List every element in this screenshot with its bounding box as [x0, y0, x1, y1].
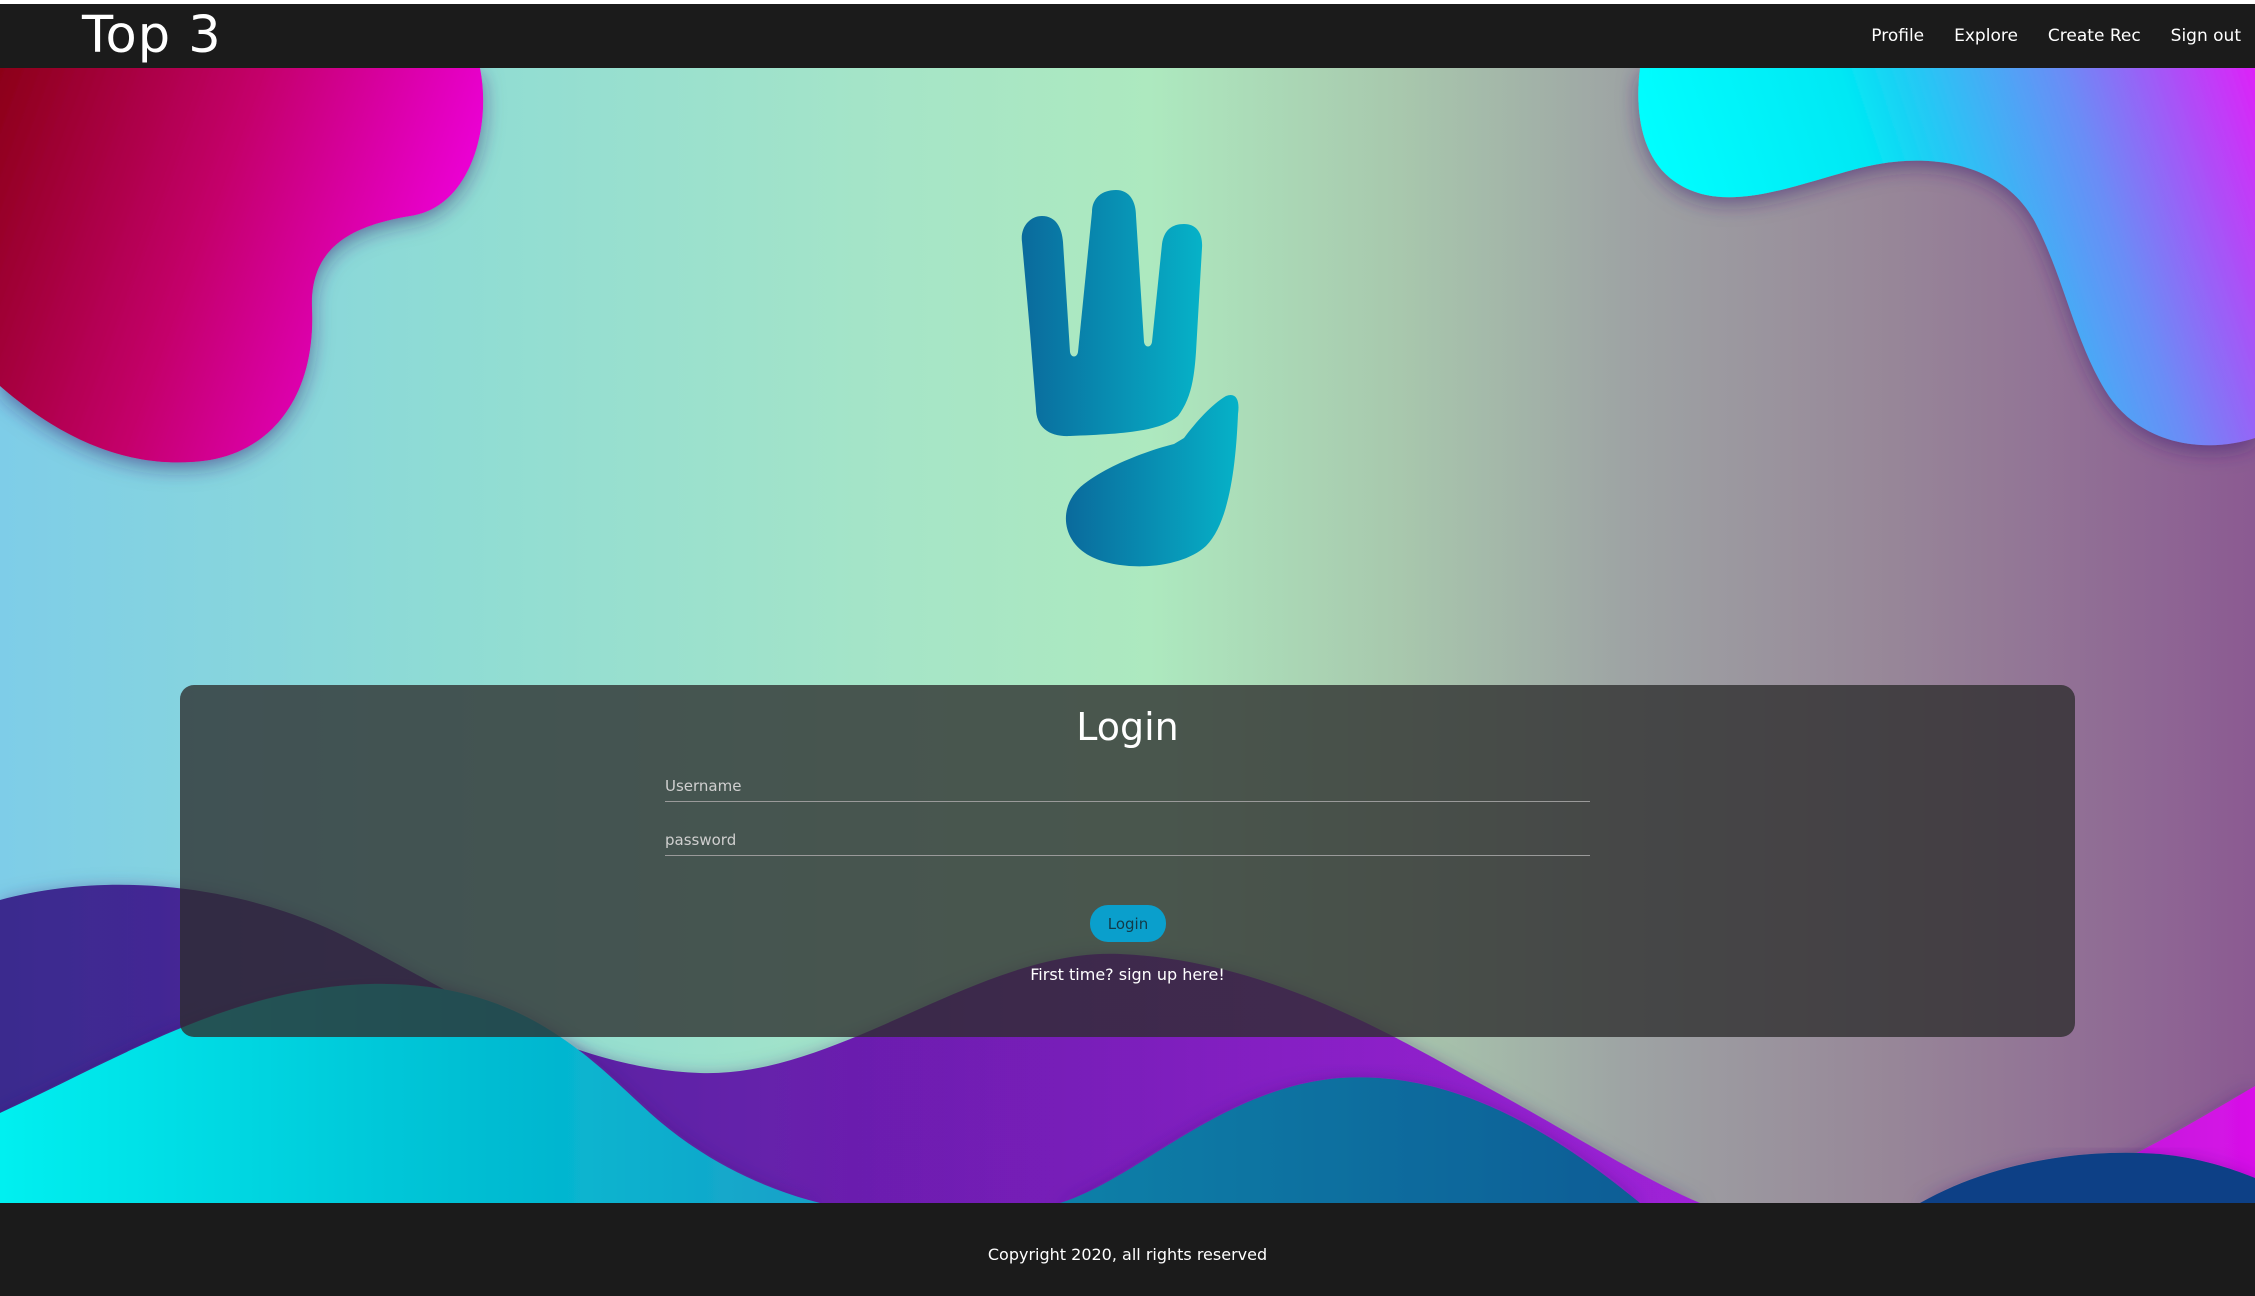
username-input[interactable] — [665, 771, 1590, 802]
hero-background: Login Login First time? sign up here! — [0, 68, 2255, 1203]
nav-link-profile[interactable]: Profile — [1871, 26, 1924, 46]
brand-title[interactable]: Top 3 — [82, 10, 222, 61]
nav-link-create-rec[interactable]: Create Rec — [2048, 26, 2141, 46]
hand-logo-icon — [1021, 190, 1239, 567]
nav-link-explore[interactable]: Explore — [1954, 26, 2018, 46]
login-card: Login Login First time? sign up here! — [180, 685, 2075, 1037]
nav-link-sign-out[interactable]: Sign out — [2171, 26, 2241, 46]
login-button[interactable]: Login — [1090, 905, 1166, 942]
nav-links: Profile Explore Create Rec Sign out — [1841, 4, 2241, 68]
copyright-text: Copyright 2020, all rights reserved — [987, 1245, 1268, 1264]
footer: Copyright 2020, all rights reserved — [0, 1203, 2255, 1296]
signup-link[interactable]: First time? sign up here! — [180, 965, 2075, 984]
login-title: Login — [1076, 705, 1179, 749]
password-input[interactable] — [665, 825, 1590, 856]
navbar: Top 3 Profile Explore Create Rec Sign ou… — [0, 4, 2255, 68]
